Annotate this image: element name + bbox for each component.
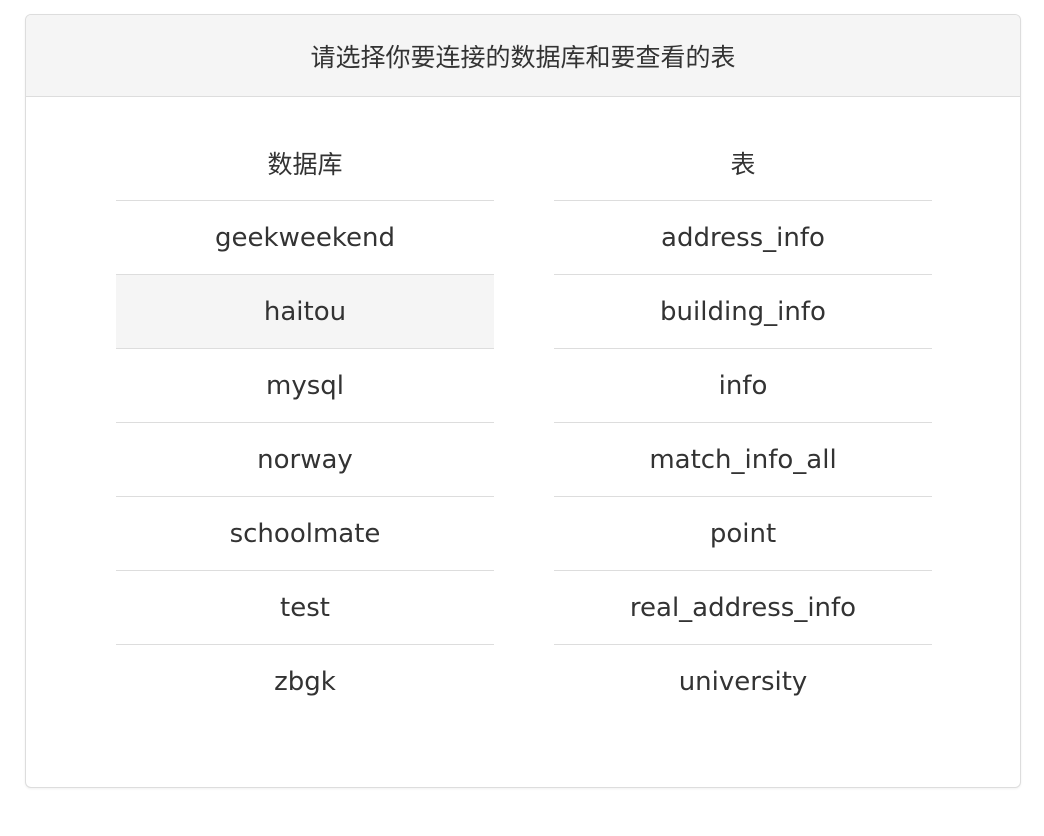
table-item-info[interactable]: info (554, 349, 932, 423)
database-item-test[interactable]: test (116, 571, 494, 645)
table-item-point[interactable]: point (554, 497, 932, 571)
database-item-haitou[interactable]: haitou (116, 275, 494, 349)
database-column-header: 数据库 (116, 97, 494, 201)
database-item-norway[interactable]: norway (116, 423, 494, 497)
table-list: 表 address_info building_info info match_… (554, 97, 932, 719)
panel-body: 数据库 geekweekend haitou mysql norway scho… (26, 97, 1020, 787)
database-list: 数据库 geekweekend haitou mysql norway scho… (116, 97, 494, 719)
table-column-header: 表 (554, 97, 932, 201)
table-item-address-info[interactable]: address_info (554, 201, 932, 275)
database-item-schoolmate[interactable]: schoolmate (116, 497, 494, 571)
panel-title: 请选择你要连接的数据库和要查看的表 (26, 15, 1020, 97)
database-item-zbgk[interactable]: zbgk (116, 645, 494, 719)
table-item-building-info[interactable]: building_info (554, 275, 932, 349)
database-item-mysql[interactable]: mysql (116, 349, 494, 423)
table-item-university[interactable]: university (554, 645, 932, 719)
database-item-geekweekend[interactable]: geekweekend (116, 201, 494, 275)
table-item-real-address-info[interactable]: real_address_info (554, 571, 932, 645)
table-item-match-info-all[interactable]: match_info_all (554, 423, 932, 497)
selection-panel: 请选择你要连接的数据库和要查看的表 数据库 geekweekend haitou… (25, 14, 1021, 788)
